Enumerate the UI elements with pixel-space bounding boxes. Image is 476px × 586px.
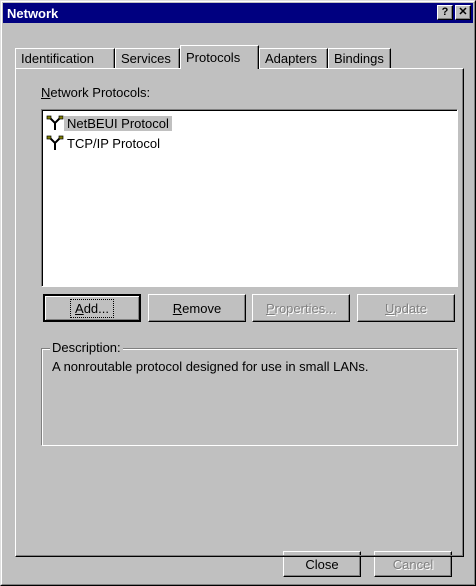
close-window-button[interactable]: ✕	[455, 5, 471, 20]
tab-protocols[interactable]: Protocols	[180, 45, 259, 69]
network-dialog: Network ? ✕ Identification Services Prot…	[0, 0, 476, 586]
title-bar[interactable]: Network ? ✕	[3, 3, 473, 23]
tab-panel	[15, 68, 464, 557]
tab-label: Bindings	[334, 51, 384, 66]
close-icon: ✕	[458, 6, 468, 18]
tab-identification[interactable]: Identification	[15, 48, 115, 68]
tab-bindings[interactable]: Bindings	[328, 48, 391, 68]
tab-label: Services	[121, 51, 171, 66]
close-button-label: Close	[305, 556, 339, 572]
cancel-button-label: Cancel	[392, 556, 434, 572]
tab-label: Identification	[21, 51, 94, 66]
tab-label: Protocols	[186, 50, 241, 65]
tab-adapters[interactable]: Adapters	[259, 48, 328, 68]
tab-label: Adapters	[265, 51, 318, 66]
tab-services[interactable]: Services	[115, 48, 180, 68]
help-button[interactable]: ?	[437, 5, 453, 20]
window-title: Network	[7, 5, 59, 21]
